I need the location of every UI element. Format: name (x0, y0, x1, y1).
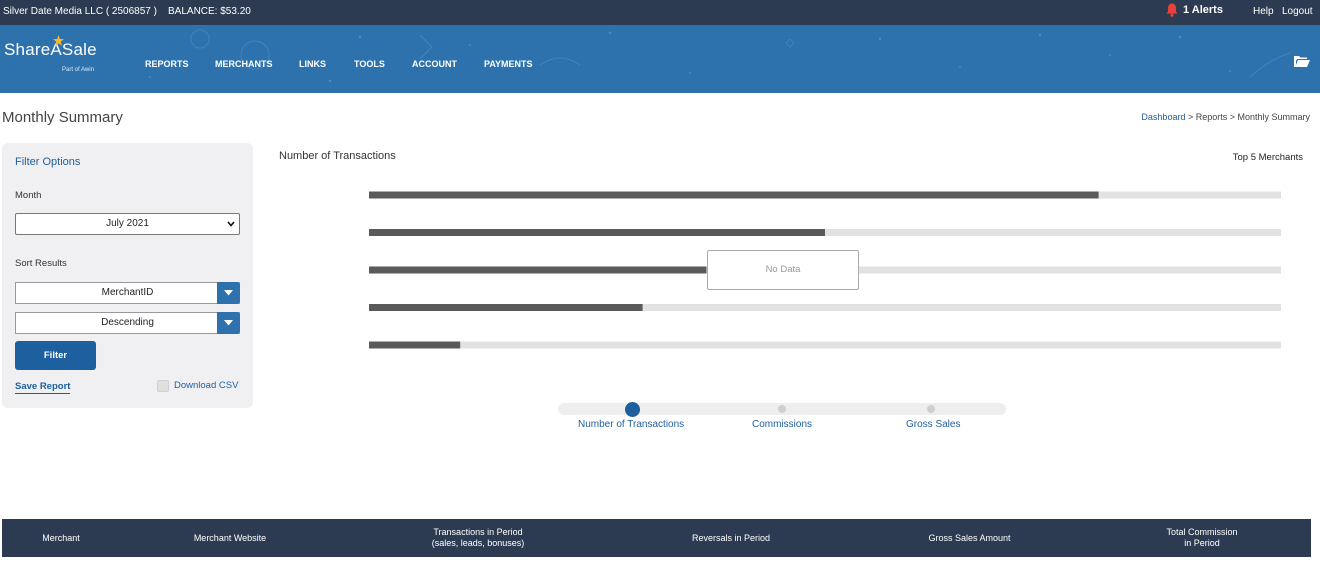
sort-label: Sort Results (15, 258, 67, 269)
nav-merchants[interactable]: MERCHANTS (215, 59, 299, 69)
brand-tagline: Part of Awin (62, 67, 94, 73)
metric-step-active-dot[interactable] (625, 402, 640, 417)
results-table-header: Merchant Merchant Website Transactions i… (2, 519, 1311, 557)
brand-logo[interactable]: ShareASale Part of Awin (4, 35, 97, 73)
chart-title: Number of Transactions (279, 150, 396, 162)
save-report-link[interactable]: Save Report (15, 381, 71, 394)
help-link[interactable]: Help (1253, 6, 1274, 17)
metric-tab-transactions[interactable]: Number of Transactions (578, 419, 684, 430)
sort-by-dropdown-button[interactable] (217, 282, 240, 304)
breadcrumb-trail: > Reports > Monthly Summary (1185, 112, 1310, 122)
account-bar: Silver Date Media LLC ( 2506857 ) BALANC… (0, 0, 1320, 25)
sort-order-dropdown-button[interactable] (217, 312, 240, 334)
nav-tools[interactable]: TOOLS (354, 59, 412, 69)
nav-account[interactable]: ACCOUNT (412, 59, 484, 69)
chart-legend-title: Top 5 Merchants (1232, 152, 1303, 163)
bar-track-1 (369, 191, 1281, 199)
bell-icon (1166, 3, 1178, 17)
bar-track-4 (369, 304, 1281, 311)
column-merchant[interactable]: Merchant (2, 519, 120, 557)
filter-title: Filter Options (15, 156, 81, 168)
account-balance: BALANCE: $53.20 (168, 6, 251, 17)
metric-step-dot-gross-sales[interactable] (927, 405, 935, 413)
chevron-down-icon (227, 221, 235, 227)
download-csv-label[interactable]: Download CSV (174, 380, 238, 391)
nav-links[interactable]: LINKS (299, 59, 354, 69)
metric-step-dot-commissions[interactable] (778, 405, 786, 413)
month-value: July 2021 (106, 218, 149, 229)
download-csv-checkbox[interactable] (157, 380, 169, 392)
column-gross-sales-amount[interactable]: Gross Sales Amount (882, 519, 1057, 557)
brand-name: ShareASale (4, 40, 97, 59)
column-total-commission[interactable]: Total Commission in Period (1122, 519, 1282, 557)
bar-merchant-2[interactable] (369, 229, 825, 236)
main-nav: ShareASale Part of Awin REPORTS MERCHANT… (0, 25, 1320, 93)
filter-panel: Filter Options Month July 2021 Sort Resu… (2, 143, 253, 408)
month-select[interactable]: July 2021 (15, 213, 240, 235)
column-merchant-website[interactable]: Merchant Website (150, 519, 310, 557)
caret-down-icon (224, 320, 233, 326)
breadcrumb-dashboard[interactable]: Dashboard (1141, 112, 1185, 122)
column-reversals-in-period[interactable]: Reversals in Period (642, 519, 820, 557)
nav-payments[interactable]: PAYMENTS (484, 59, 554, 69)
bar-merchant-3[interactable] (369, 266, 707, 274)
logout-link[interactable]: Logout (1282, 6, 1313, 17)
folder-icon[interactable] (1294, 55, 1310, 68)
alerts-link[interactable]: 1 Alerts (1166, 3, 1223, 17)
bar-merchant-5[interactable] (369, 341, 461, 349)
month-label: Month (15, 190, 42, 201)
bar-merchant-1[interactable] (369, 191, 1099, 199)
metric-tab-commissions[interactable]: Commissions (752, 419, 812, 430)
star-icon (53, 35, 64, 46)
no-data-tooltip: No Data (707, 250, 859, 290)
sort-order-value: Descending (101, 317, 154, 328)
bar-track-2 (369, 229, 1281, 236)
bar-track-5 (369, 341, 1281, 349)
caret-down-icon (224, 290, 233, 296)
alerts-label: 1 Alerts (1183, 4, 1223, 16)
bar-merchant-4[interactable] (369, 304, 643, 311)
column-transactions-in-period[interactable]: Transactions in Period (sales, leads, bo… (392, 519, 564, 557)
account-name: Silver Date Media LLC ( 2506857 ) (3, 6, 157, 17)
nav-reports[interactable]: REPORTS (145, 59, 215, 69)
sort-by-value: MerchantID (101, 287, 154, 298)
sort-by-select[interactable]: MerchantID (15, 282, 240, 304)
filter-button[interactable]: Filter (15, 341, 96, 370)
sort-order-select[interactable]: Descending (15, 312, 240, 334)
nav-menu: REPORTS MERCHANTS LINKS TOOLS ACCOUNT PA… (145, 59, 554, 69)
breadcrumb: Dashboard > Reports > Monthly Summary (1141, 112, 1310, 122)
metric-tab-gross-sales[interactable]: Gross Sales (906, 419, 960, 430)
page-title: Monthly Summary (2, 109, 123, 126)
